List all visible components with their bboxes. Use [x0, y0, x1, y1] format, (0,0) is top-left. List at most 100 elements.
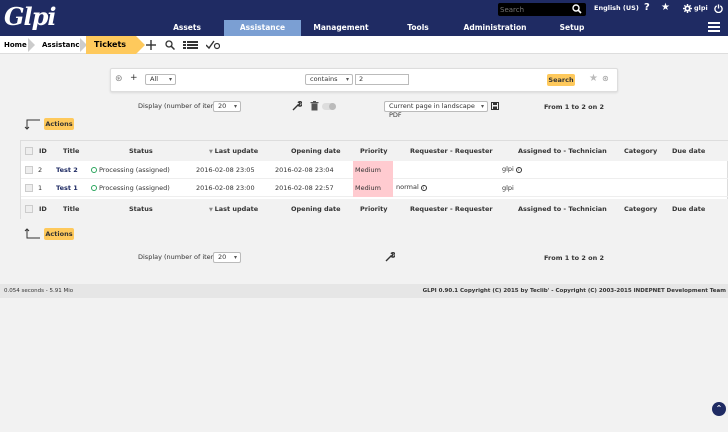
row-checkbox[interactable] [25, 184, 33, 192]
chevron-down-icon: ▾ [480, 103, 484, 110]
col-last-update[interactable]: ▼ Last update [209, 205, 258, 213]
menu-administration[interactable]: Administration [455, 20, 535, 36]
breadcrumb-assistance[interactable]: Assistance [42, 36, 84, 54]
col-category[interactable]: Category [624, 205, 657, 213]
check-list-icon[interactable] [206, 40, 220, 50]
language-selector[interactable]: English (US) [594, 4, 639, 12]
ticket-link[interactable]: Test 1 [56, 184, 78, 192]
page-footer: 0.054 seconds - 5.91 Mio GLPI 0.90.1 Cop… [0, 284, 728, 298]
breadcrumb-separator-icon [28, 38, 35, 52]
select-all-checkbox[interactable] [25, 147, 33, 155]
display-count-select[interactable]: 20 ▾ [213, 101, 241, 112]
chevron-down-icon: ▾ [345, 76, 349, 83]
breadcrumb-tickets[interactable]: Tickets [86, 36, 145, 54]
col-id[interactable]: ID [39, 205, 47, 213]
col-due-date[interactable]: Due date [672, 147, 705, 155]
star-icon[interactable]: ★ [661, 2, 670, 13]
help-icon[interactable]: ? [644, 2, 650, 13]
gear-icon[interactable] [683, 4, 692, 13]
col-technician[interactable]: Assigned to - Technician [518, 147, 607, 155]
col-technician[interactable]: Assigned to - Technician [518, 205, 607, 213]
chevron-up-icon: ⌃ [715, 404, 723, 413]
list-view-icon[interactable] [183, 40, 198, 50]
wrench-icon[interactable] [385, 252, 395, 262]
add-icon[interactable] [146, 40, 156, 50]
display-label: Display (number of items) [138, 102, 223, 110]
tickets-table: ID Title Status ▼ Last update Opening da… [20, 140, 728, 219]
table-row: 1 Test 1 Processing (assigned) 2016-02-0… [21, 179, 728, 197]
col-due-date[interactable]: Due date [672, 205, 705, 213]
cell-id: 2 [38, 166, 43, 174]
global-search [498, 3, 586, 16]
row-checkbox[interactable] [25, 166, 33, 174]
cell-last-update: 2016-02-08 23:00 [196, 184, 255, 192]
reset-icon[interactable]: ⊛ [602, 74, 609, 83]
pagination-info: From 1 to 2 on 2 [544, 103, 605, 111]
hamburger-menu-icon[interactable] [708, 22, 720, 32]
col-requester[interactable]: Requester - Requester [410, 147, 493, 155]
operator-select[interactable]: contains ▾ [305, 74, 353, 85]
cell-opening-date: 2016-02-08 22:57 [275, 184, 334, 192]
pagination-info: From 1 to 2 on 2 [544, 254, 605, 262]
toggle-switch[interactable] [322, 103, 336, 110]
search-icon[interactable] [572, 4, 582, 14]
main-menu: Assets Assistance Management Tools Admin… [0, 20, 728, 36]
scroll-to-top-button[interactable]: ⌃ [712, 402, 726, 416]
menu-assets[interactable]: Assets [150, 20, 224, 36]
chevron-down-icon: ▾ [168, 76, 172, 83]
actions-button-bottom[interactable]: Actions [44, 228, 74, 240]
cell-priority: Medium [355, 184, 381, 192]
col-opening-date[interactable]: Opening date [291, 147, 341, 155]
status-processing-icon [91, 185, 97, 191]
cell-status: Processing (assigned) [91, 166, 170, 174]
user-menu[interactable]: glpi [694, 4, 708, 12]
col-opening-date[interactable]: Opening date [291, 205, 341, 213]
col-id[interactable]: ID [39, 147, 47, 155]
search-criteria-panel: ⊛ + All ▾ contains ▾ 2 Search ★ ⊛ [110, 68, 618, 92]
col-category[interactable]: Category [624, 147, 657, 155]
col-status[interactable]: Status [129, 147, 153, 155]
col-title[interactable]: Title [63, 205, 79, 213]
col-requester[interactable]: Requester - Requester [410, 205, 493, 213]
search-button[interactable]: Search [547, 74, 575, 86]
timing-info: 0.054 seconds - 5.91 Mio [4, 288, 74, 294]
cell-technician: glpi [502, 184, 514, 192]
criteria-toggle-icon[interactable]: ⊛ [115, 74, 123, 84]
wrench-icon[interactable] [292, 101, 302, 111]
bookmark-star-icon[interactable]: ★ [589, 73, 598, 84]
ticket-link[interactable]: Test 2 [56, 166, 78, 174]
table-footer-header: ID Title Status ▼ Last update Opening da… [21, 199, 728, 219]
arrow-up-left-icon [24, 228, 40, 239]
menu-management[interactable]: Management [301, 20, 381, 36]
cell-last-update: 2016-02-08 23:05 [196, 166, 255, 174]
search-value-input[interactable]: 2 [355, 74, 409, 85]
display-label: Display (number of items) [138, 253, 223, 261]
menu-assistance[interactable]: Assistance [224, 20, 301, 36]
display-count-select[interactable]: 20 ▾ [213, 252, 241, 263]
actions-button-top[interactable]: Actions [44, 118, 74, 130]
col-priority[interactable]: Priority [360, 147, 387, 155]
col-status[interactable]: Status [129, 205, 153, 213]
menu-tools[interactable]: Tools [381, 20, 455, 36]
table-row: 2 Test 2 Processing (assigned) 2016-02-0… [21, 161, 728, 179]
col-last-update[interactable]: ▼ Last update [209, 147, 258, 155]
field-select[interactable]: All ▾ [145, 74, 176, 85]
menu-setup[interactable]: Setup [535, 20, 609, 36]
cell-opening-date: 2016-02-08 23:04 [275, 166, 334, 174]
logout-icon[interactable] [714, 4, 723, 13]
col-title[interactable]: Title [63, 147, 79, 155]
global-search-input[interactable] [500, 4, 568, 15]
export-select[interactable]: Current page in landscape PDF ▾ [384, 101, 488, 119]
chevron-down-icon: ▾ [233, 254, 237, 261]
info-icon[interactable]: i [420, 185, 427, 191]
trash-icon[interactable] [310, 101, 319, 111]
info-icon[interactable]: i [515, 167, 522, 173]
add-criteria-icon[interactable]: + [130, 73, 138, 83]
select-all-checkbox[interactable] [25, 205, 33, 213]
save-export-icon[interactable] [491, 102, 499, 110]
breadcrumb-home[interactable]: Home [4, 36, 27, 54]
cell-requester: normal i [396, 183, 427, 191]
col-priority[interactable]: Priority [360, 205, 387, 213]
search-icon[interactable] [165, 40, 175, 50]
copyright-link[interactable]: GLPI 0.90.1 Copyright (C) 2015 by Teclib… [423, 288, 726, 294]
